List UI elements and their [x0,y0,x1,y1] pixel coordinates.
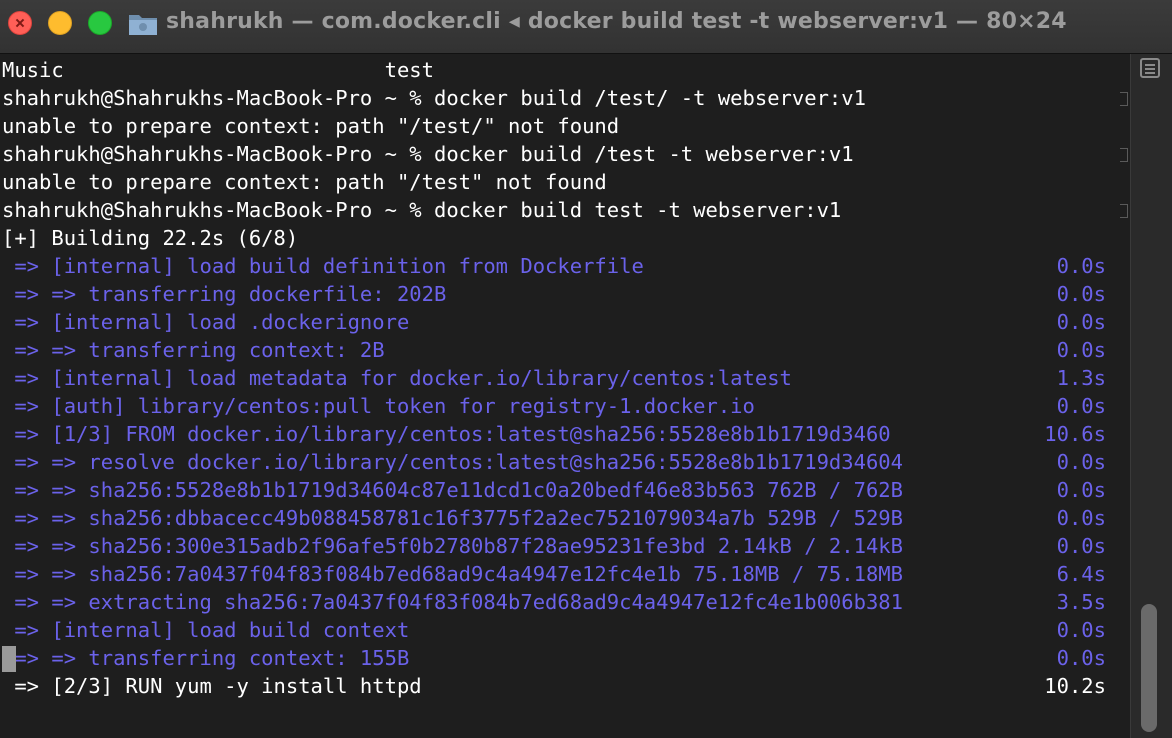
terminal-line: shahrukh@Shahrukhs-MacBook-Pro ~ % docke… [2,86,866,110]
terminal-line: => [internal] load .dockerignore [2,310,410,334]
terminal-line: shahrukh@Shahrukhs-MacBook-Pro ~ % docke… [2,198,842,222]
terminal-line: => => resolve docker.io/library/centos:l… [2,450,903,474]
step-duration: 0.0s [1056,618,1106,642]
terminal-line: [+] Building 22.2s (6/8) [2,226,299,250]
step-duration: 10.6s [1044,422,1106,446]
scrollbar[interactable] [1130,54,1172,738]
step-duration: 0.0s [1056,282,1106,306]
terminal-line: => => sha256:5528e8b1b1719d34604c87e11dc… [2,478,903,502]
folder-icon [129,15,157,35]
step-duration: 0.0s [1056,338,1106,362]
terminal-line: => [2/3] RUN yum -y install httpd [2,674,422,698]
terminal-window: shahrukh — com.docker.cli ◂ docker build… [0,0,1172,738]
terminal-line: => [internal] load build context [2,618,410,642]
terminal-line: Music test [2,58,434,82]
terminal-line: => [internal] load metadata for docker.i… [2,366,792,390]
terminal-line: => => transferring dockerfile: 202B [2,282,447,306]
step-duration: 0.0s [1056,534,1106,558]
terminal-line: => => transferring context: 2B [2,338,385,362]
line-continuation-mark [1120,92,1128,106]
step-duration: 10.2s [1044,674,1106,698]
line-continuation-mark [1120,204,1128,218]
minimize-button[interactable] [48,11,72,35]
line-continuation-mark [1120,148,1128,162]
terminal-line: => => sha256:300e315adb2f96afe5f0b2780b8… [2,534,903,558]
terminal-output[interactable]: Music test shahrukh@Shahrukhs-MacBook-Pro… [0,54,1130,738]
window-title: shahrukh — com.docker.cli ◂ docker build… [166,9,1067,34]
text-cursor [2,646,16,672]
terminal-line: => [internal] load build definition from… [2,254,644,278]
step-duration: 0.0s [1056,394,1106,418]
terminal-line: => [auth] library/centos:pull token for … [2,394,755,418]
terminal-line: => => sha256:7a0437f04f83f084b7ed68ad9c4… [2,562,903,586]
step-duration: 0.0s [1056,310,1106,334]
step-duration: 0.0s [1056,450,1106,474]
step-duration: 0.0s [1056,506,1106,530]
step-duration: 0.0s [1056,646,1106,670]
step-duration: 3.5s [1056,590,1106,614]
terminal-line: => => transferring context: 155B [2,646,410,670]
step-duration: 1.3s [1056,366,1106,390]
close-button[interactable] [8,11,32,35]
step-duration: 6.4s [1056,562,1106,586]
step-duration: 0.0s [1056,478,1106,502]
title-bar[interactable]: shahrukh — com.docker.cli ◂ docker build… [0,0,1172,54]
maximize-button[interactable] [88,11,112,35]
terminal-line: unable to prepare context: path "/test" … [2,170,607,194]
terminal-line: => => extracting sha256:7a0437f04f83f084… [2,590,903,614]
terminal-line: unable to prepare context: path "/test/"… [2,114,620,138]
scrollbar-thumb[interactable] [1141,604,1157,732]
terminal-line: shahrukh@Shahrukhs-MacBook-Pro ~ % docke… [2,142,854,166]
step-duration: 0.0s [1056,254,1106,278]
terminal-line: => => sha256:dbbacecc49b088458781c16f377… [2,506,903,530]
list-icon[interactable] [1140,58,1160,78]
terminal-line: => [1/3] FROM docker.io/library/centos:l… [2,422,891,446]
